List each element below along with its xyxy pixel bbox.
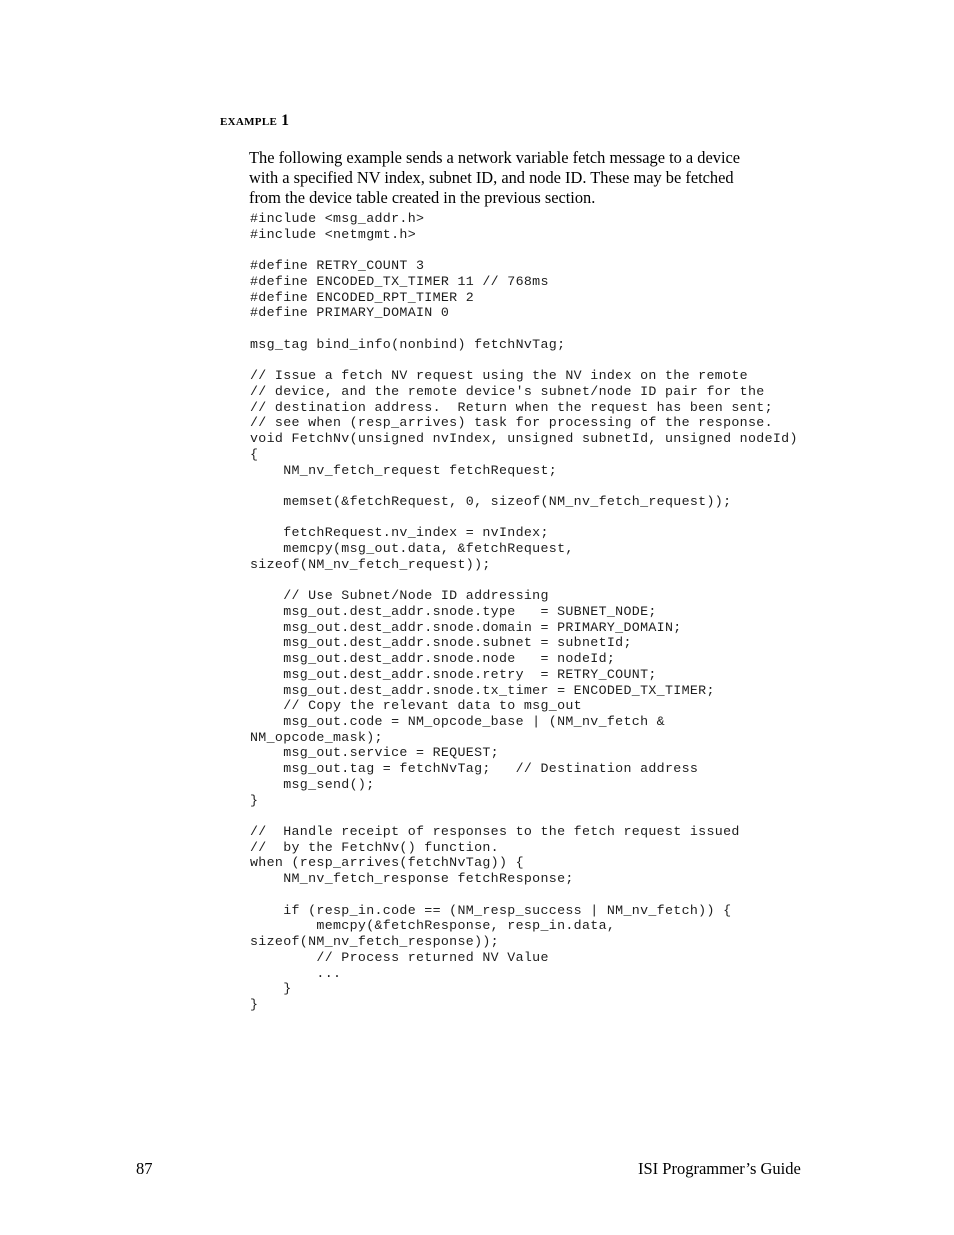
code-line: ... xyxy=(250,965,342,981)
code-line: #include <msg_addr.h> xyxy=(250,211,425,226)
code-line: msg_out.dest_addr.snode.node = nodeId; xyxy=(250,651,616,667)
code-line: msg_out.dest_addr.snode.retry = RETRY_CO… xyxy=(250,666,657,682)
footer-doc-title: ISI Programmer’s Guide xyxy=(638,1159,801,1178)
code-line: #define RETRY_COUNT 3 xyxy=(250,258,425,274)
code-line: // Process returned NV Value xyxy=(250,949,549,965)
code-line: memset(&fetchRequest, 0, sizeof(NM_nv_fe… xyxy=(250,493,732,509)
code-line: // by the FetchNv() function. xyxy=(250,839,499,855)
code-line: // Copy the relevant data to msg_out xyxy=(250,698,582,714)
code-block: #include <msg_addr.h> #include <netmgmt.h… xyxy=(250,211,950,1013)
code-line: #include <netmgmt.h> xyxy=(250,226,416,242)
code-line: #define ENCODED_RPT_TIMER 2 xyxy=(250,289,475,305)
code-line: memcpy(&fetchResponse, resp_in.data, xyxy=(250,918,616,934)
code-line: } xyxy=(250,981,292,997)
code-line: // Handle receipt of responses to the fe… xyxy=(250,824,740,840)
code-line: } xyxy=(250,792,259,808)
code-line: msg_tag bind_info(nonbind) fetchNvTag; xyxy=(250,336,566,352)
code-line: fetchRequest.nv_index = nvIndex; xyxy=(250,525,549,541)
code-line: void FetchNv(unsigned nvIndex, unsigned … xyxy=(250,431,798,447)
code-line: NM_nv_fetch_response fetchResponse; xyxy=(250,871,574,887)
code-line: // destination address. Return when the … xyxy=(250,399,773,415)
code-line: } xyxy=(250,996,259,1012)
code-line: // device, and the remote device's subne… xyxy=(250,383,765,399)
code-line: #define ENCODED_TX_TIMER 11 // 768ms xyxy=(250,273,549,289)
code-line: msg_send(); xyxy=(250,776,375,792)
code-line: // Use Subnet/Node ID addressing xyxy=(250,588,549,604)
code-line: memcpy(msg_out.data, &fetchRequest, xyxy=(250,541,574,557)
code-line: if (resp_in.code == (NM_resp_success | N… xyxy=(250,902,732,918)
example-heading: Example 1 xyxy=(220,112,290,129)
code-line: // Issue a fetch NV request using the NV… xyxy=(250,368,748,384)
code-line: when (resp_arrives(fetchNvTag)) { xyxy=(250,855,524,871)
code-line: // see when (resp_arrives) task for proc… xyxy=(250,415,773,431)
intro-paragraph: The following example sends a network va… xyxy=(249,148,741,208)
code-line: msg_out.service = REQUEST; xyxy=(250,745,499,761)
code-line: msg_out.code = NM_opcode_base | (NM_nv_f… xyxy=(250,714,665,729)
document-page: Example 1 The following example sends a … xyxy=(0,0,954,1235)
code-line: #define PRIMARY_DOMAIN 0 xyxy=(250,305,450,321)
code-line: msg_out.dest_addr.snode.type = SUBNET_NO… xyxy=(250,603,657,619)
code-line: sizeof(NM_nv_fetch_request)); xyxy=(250,556,491,572)
code-line: msg_out.dest_addr.snode.subnet = subnetI… xyxy=(250,635,632,651)
code-line: sizeof(NM_nv_fetch_response)); xyxy=(250,934,499,950)
code-line: msg_out.dest_addr.snode.domain = PRIMARY… xyxy=(250,619,682,635)
code-line: msg_out.tag = fetchNvTag; // Destination… xyxy=(250,761,699,777)
footer-page-number: 87 xyxy=(136,1159,153,1178)
code-line: NM_nv_fetch_request fetchRequest; xyxy=(250,462,558,478)
code-line: NM_opcode_mask); xyxy=(250,729,383,745)
code-line: msg_out.dest_addr.snode.tx_timer = ENCOD… xyxy=(250,682,715,698)
code-line: { xyxy=(250,446,259,462)
